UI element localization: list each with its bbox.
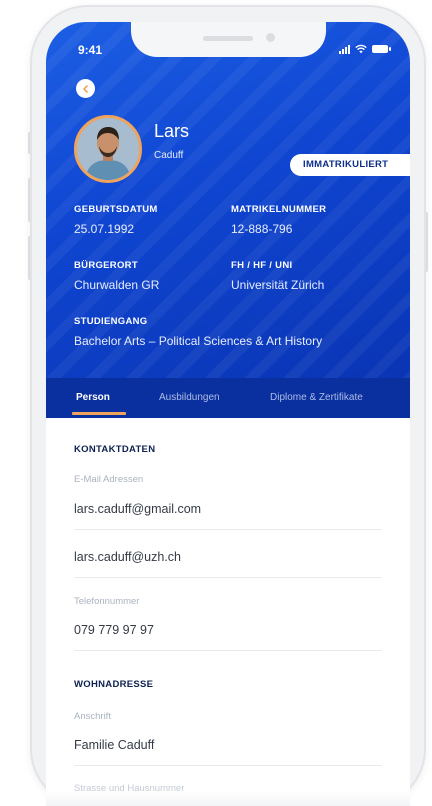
phone-field[interactable]: 079 779 97 97 bbox=[74, 623, 154, 637]
bottom-fade bbox=[46, 792, 410, 806]
phone-power-button bbox=[424, 212, 428, 272]
signal-icon bbox=[339, 44, 350, 54]
notch-camera bbox=[266, 33, 275, 42]
active-tab-indicator bbox=[72, 412, 126, 415]
back-button[interactable] bbox=[76, 79, 95, 98]
battery-icon bbox=[372, 45, 391, 53]
divider bbox=[74, 529, 382, 530]
avatar-portrait bbox=[77, 118, 139, 180]
divider bbox=[74, 577, 382, 578]
hometown-value: Churwalden GR bbox=[74, 278, 160, 292]
chevron-left-icon bbox=[82, 84, 88, 93]
device-notch bbox=[131, 22, 326, 57]
contact-section-title: KONTAKTDATEN bbox=[74, 444, 156, 455]
street-label: Anschrift bbox=[74, 711, 111, 722]
profile-last-name: Caduff bbox=[154, 150, 184, 161]
phone-label: Telefonnummer bbox=[74, 596, 140, 607]
divider bbox=[74, 765, 382, 766]
notch-speaker bbox=[203, 36, 253, 41]
matriculation-label: MATRIKELNUMMER bbox=[231, 204, 327, 215]
tab-diplome-zertifikate[interactable]: Diplome & Zertifikate bbox=[270, 378, 363, 418]
profile-header: 9:41 Lars Caduff IMMATRIKULIERT GEBURTSD… bbox=[46, 22, 410, 378]
wifi-icon bbox=[355, 44, 367, 54]
address-section-title: WOHNADRESSE bbox=[74, 679, 154, 690]
matriculation-value: 12-888-796 bbox=[231, 222, 293, 236]
hometown-label: BÜRGERORT bbox=[74, 260, 138, 271]
email-field-primary[interactable]: lars.caduff@gmail.com bbox=[74, 502, 201, 516]
divider bbox=[74, 650, 382, 651]
street-field[interactable]: Familie Caduff bbox=[74, 738, 154, 752]
email-label: E-Mail Adressen bbox=[74, 474, 144, 485]
program-label: STUDIENGANG bbox=[74, 316, 148, 327]
birthdate-value: 25.07.1992 bbox=[74, 222, 135, 236]
email-field-secondary[interactable]: lars.caduff@uzh.ch bbox=[74, 550, 181, 564]
avatar bbox=[74, 115, 142, 183]
tab-ausbildungen[interactable]: Ausbildungen bbox=[159, 378, 220, 418]
status-time: 9:41 bbox=[78, 43, 103, 57]
app-screen: 9:41 Lars Caduff IMMATRIKULIERT GEBURTSD… bbox=[46, 22, 410, 806]
tab-bar: Person Ausbildungen Diplome & Zertifikat… bbox=[46, 378, 410, 418]
profile-first-name: Lars bbox=[154, 121, 190, 141]
program-value: Bachelor Arts – Political Sciences & Art… bbox=[74, 334, 323, 348]
university-label: FH / HF / UNI bbox=[231, 260, 293, 271]
birthdate-label: GEBURTSDATUM bbox=[74, 204, 158, 215]
status-icons bbox=[339, 44, 391, 54]
university-value: Universität Zürich bbox=[231, 278, 325, 292]
status-badge: IMMATRIKULIERT bbox=[290, 154, 410, 176]
